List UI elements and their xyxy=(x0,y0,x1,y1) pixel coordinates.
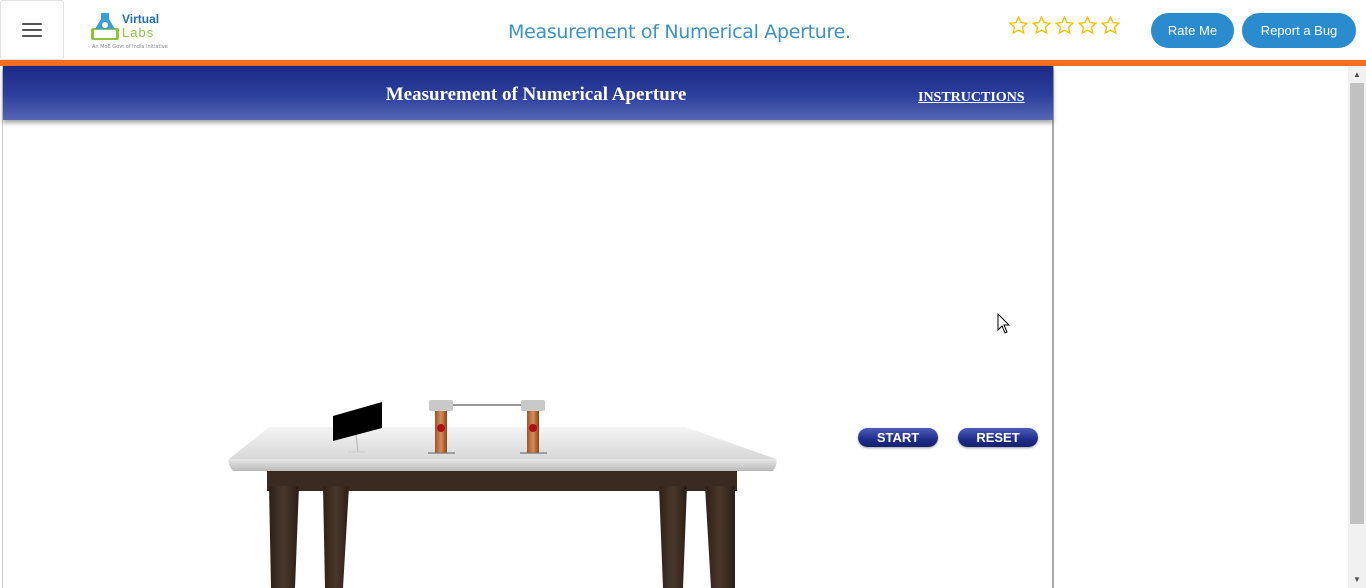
mouse-cursor-icon xyxy=(997,313,1011,334)
scroll-down-arrow-icon[interactable]: ▼ xyxy=(1348,571,1366,588)
virtual-labs-logo[interactable]: Virtual Labs An MoE Govt of India Initia… xyxy=(88,8,168,52)
flask-logo-icon xyxy=(91,13,119,40)
rate-me-button[interactable]: Rate Me xyxy=(1151,13,1234,48)
experiment-scene xyxy=(228,400,777,588)
hamburger-menu-icon xyxy=(22,23,42,37)
logo-text-virtual: Virtual xyxy=(122,12,160,26)
star-outline-icon[interactable] xyxy=(1054,15,1075,36)
logo-tagline: An MoE Govt of India Initiative xyxy=(92,44,168,50)
star-outline-icon[interactable] xyxy=(1008,15,1029,36)
start-button[interactable]: START xyxy=(858,428,938,447)
scrollbar-thumb[interactable] xyxy=(1350,83,1364,524)
simulation-panel: Measurement of Numerical Aperture INSTRU… xyxy=(2,66,1054,588)
page-title: Measurement of Numerical Aperture. xyxy=(508,21,851,43)
logo-text-labs: Labs xyxy=(122,25,155,40)
vertical-scrollbar[interactable]: ▲ ▼ xyxy=(1348,66,1366,588)
top-navbar: Virtual Labs An MoE Govt of India Initia… xyxy=(0,0,1366,60)
reset-button[interactable]: RESET xyxy=(958,428,1038,447)
star-outline-icon[interactable] xyxy=(1100,15,1121,36)
report-bug-button[interactable]: Report a Bug xyxy=(1242,13,1356,48)
lab-table xyxy=(228,427,777,588)
menu-button[interactable] xyxy=(0,0,64,60)
star-outline-icon[interactable] xyxy=(1031,15,1052,36)
star-outline-icon[interactable] xyxy=(1077,15,1098,36)
rating-stars xyxy=(1008,15,1121,36)
scroll-up-arrow-icon[interactable]: ▲ xyxy=(1348,66,1366,83)
